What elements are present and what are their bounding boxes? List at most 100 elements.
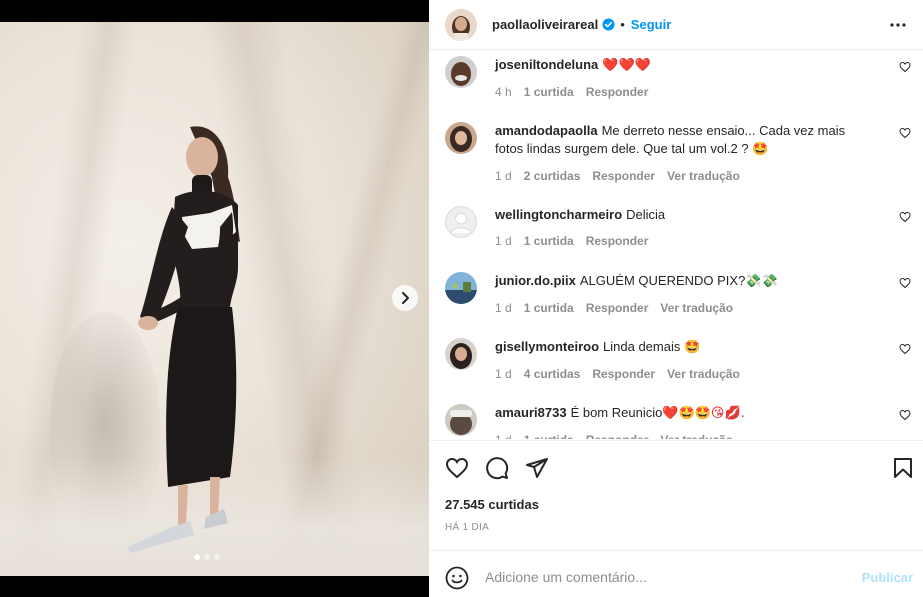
comment-emoji: 💸💸 (745, 274, 778, 289)
comment-body: wellingtoncharmeiro Delicia 1 d 1 curtida… (495, 206, 875, 250)
post-photo[interactable] (0, 22, 429, 576)
heart-icon[interactable] (445, 456, 469, 480)
comment-likes[interactable]: 2 curtidas (524, 167, 581, 185)
commenter-avatar[interactable] (445, 56, 477, 88)
comment-item: amauri8733É bom Reunicio❤️🤩🤩😘💋. 1 d 1 cu… (445, 404, 915, 439)
avatar-image (445, 8, 477, 41)
comment-text: Delicia (626, 207, 666, 222)
reply-button[interactable]: Responder (586, 299, 649, 317)
verified-badge-icon (602, 18, 615, 31)
comment-time[interactable]: 1 d (495, 232, 512, 250)
avatar-image (445, 338, 477, 370)
heart-icon[interactable] (899, 343, 911, 355)
post-panel: paollaoliveirareal • Seguir joseniltonde… (429, 0, 923, 597)
carousel-dot-active (194, 554, 200, 560)
comment-time[interactable]: 1 d (495, 299, 512, 317)
comment-meta: 1 d 2 curtidas Responder Ver tradução (495, 167, 875, 185)
paper-plane-icon[interactable] (525, 456, 549, 480)
commenter-avatar[interactable] (445, 404, 477, 436)
comment-meta: 1 d 1 curtida Responder Ver tradução (495, 431, 875, 439)
post-actions: 27.545 curtidas HÁ 1 DIA (429, 440, 923, 550)
commenter-avatar[interactable] (445, 206, 477, 238)
comment-text: É bom Reunicio (570, 405, 663, 420)
translate-button[interactable]: Ver tradução (667, 365, 740, 383)
reply-button[interactable]: Responder (586, 83, 649, 101)
comment-likes[interactable]: 1 curtida (524, 431, 574, 439)
heart-icon[interactable] (899, 211, 911, 223)
comment-time[interactable]: 1 d (495, 365, 512, 383)
heart-icon[interactable] (899, 409, 911, 421)
carousel-dots (194, 554, 220, 560)
comment-item: gisellymonteiroo Linda demais 🤩 1 d 4 cur… (445, 338, 915, 388)
comment-likes[interactable]: 1 curtida (524, 299, 574, 317)
commenter-avatar[interactable] (445, 272, 477, 304)
comment-meta: 1 d 4 curtidas Responder Ver tradução (495, 365, 875, 383)
author-username[interactable]: paollaoliveirareal (492, 17, 598, 32)
comment-username[interactable]: amauri8733 (495, 405, 567, 420)
comment-likes[interactable]: 1 curtida (524, 232, 574, 250)
commenter-avatar[interactable] (445, 122, 477, 154)
publish-button[interactable]: Publicar (862, 570, 913, 585)
comment-username[interactable]: joseniltondeluna (495, 57, 598, 72)
comment-item: joseniltondeluna ❤️❤️❤️ 4 h 1 curtida Res… (445, 56, 915, 106)
author-avatar[interactable] (445, 8, 477, 41)
post-media (0, 0, 429, 597)
reply-button[interactable]: Responder (586, 431, 649, 439)
comment-likes[interactable]: 1 curtida (524, 83, 574, 101)
comment-text: Linda demais (603, 339, 681, 354)
comment-username[interactable]: wellingtoncharmeiro (495, 207, 622, 222)
comment-body: amandodapaolla Me derreto nesse ensaio...… (495, 122, 875, 185)
comment-username[interactable]: junior.do.piix (495, 273, 576, 288)
comment-meta: 4 h 1 curtida Responder (495, 83, 875, 101)
comment-body: amauri8733É bom Reunicio❤️🤩🤩😘💋. 1 d 1 cu… (495, 404, 875, 439)
comment-emoji: ❤️🤩🤩😘💋. (662, 406, 745, 421)
comment-emoji: 🤩 (752, 142, 769, 157)
chevron-right-icon (402, 292, 409, 304)
avatar-image (445, 122, 477, 154)
comment-bubble-icon[interactable] (485, 456, 509, 480)
commenter-avatar[interactable] (445, 338, 477, 370)
comment-input[interactable] (485, 565, 845, 589)
comment-username[interactable]: amandodapaolla (495, 123, 598, 138)
post-date[interactable]: HÁ 1 DIA (445, 522, 489, 533)
default-avatar-icon (445, 206, 477, 238)
avatar-image (445, 272, 477, 304)
comment-meta: 1 d 1 curtida Responder Ver tradução (495, 299, 875, 317)
comment-meta: 1 d 1 curtida Responder (495, 232, 875, 250)
carousel-dot (204, 554, 210, 560)
heart-icon[interactable] (899, 61, 911, 73)
follow-button[interactable]: Seguir (631, 17, 671, 32)
comment-item: wellingtoncharmeiro Delicia 1 d 1 curtida… (445, 206, 915, 256)
translate-button[interactable]: Ver tradução (667, 167, 740, 185)
carousel-dot (214, 554, 220, 560)
comment-text: ALGUÉM QUERENDO PIX? (579, 273, 746, 288)
translate-button[interactable]: Ver tradução (660, 299, 733, 317)
comment-likes[interactable]: 4 curtidas (524, 365, 581, 383)
reply-button[interactable]: Responder (592, 167, 655, 185)
heart-icon[interactable] (899, 277, 911, 289)
bookmark-icon[interactable] (891, 456, 915, 480)
next-photo-button[interactable] (392, 285, 418, 311)
comment-username[interactable]: gisellymonteiroo (495, 339, 599, 354)
avatar-image (445, 404, 477, 436)
header-separator: • (620, 17, 625, 32)
comment-body: joseniltondeluna ❤️❤️❤️ 4 h 1 curtida Res… (495, 56, 875, 101)
comment-time[interactable]: 1 d (495, 167, 512, 185)
comment-body: gisellymonteiroo Linda demais 🤩 1 d 4 cur… (495, 338, 875, 383)
reply-button[interactable]: Responder (592, 365, 655, 383)
avatar-image (445, 56, 477, 88)
comment-item: junior.do.piix ALGUÉM QUERENDO PIX?💸💸 1 d… (445, 272, 915, 322)
model-figure (128, 126, 240, 553)
more-horizontal-icon[interactable] (889, 17, 907, 33)
add-comment-bar: Publicar (429, 550, 923, 597)
smiley-icon[interactable] (445, 566, 469, 590)
comment-time[interactable]: 1 d (495, 431, 512, 439)
comment-time[interactable]: 4 h (495, 83, 512, 101)
heart-icon[interactable] (899, 127, 911, 139)
post-header: paollaoliveirareal • Seguir (429, 0, 923, 50)
likes-count[interactable]: 27.545 curtidas (445, 497, 539, 512)
reply-button[interactable]: Responder (586, 232, 649, 250)
comment-emoji: ❤️❤️❤️ (602, 58, 651, 73)
comments-list[interactable]: joseniltondeluna ❤️❤️❤️ 4 h 1 curtida Res… (429, 50, 923, 439)
translate-button[interactable]: Ver tradução (660, 431, 733, 439)
